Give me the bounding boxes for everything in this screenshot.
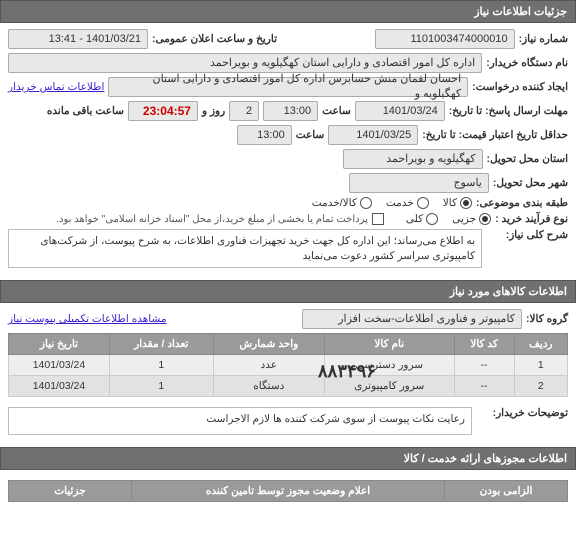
radio-label-partial: جزیی	[452, 213, 476, 225]
th-qty: تعداد / مقدار	[109, 334, 213, 355]
label-general-desc: شرح کلی نیاز:	[488, 229, 568, 241]
label-day: روز و	[202, 105, 225, 117]
radio-label-goods: کالا	[443, 197, 457, 209]
cell-code: --	[454, 376, 514, 397]
radio-group-classify: کالا خدمت کالا/خدمت	[312, 197, 472, 209]
label-hour-1: ساعت	[322, 105, 351, 117]
cell-row: 2	[514, 376, 567, 397]
section-header-items: اطلاعات کالاهای مورد نیاز	[0, 280, 576, 303]
cell-row: 1	[514, 355, 567, 376]
radio-partial[interactable]: جزیی	[452, 213, 491, 225]
field-deadline-date: 1401/03/24	[355, 101, 445, 121]
radio-icon	[426, 213, 438, 225]
table-row: 2 -- سرور کامپیوتری دستگاه 1 1401/03/24	[9, 376, 568, 397]
cell-qty: 1	[109, 376, 213, 397]
field-group: کامپیوتر و فناوری اطلاعات-سخت افزار	[302, 309, 522, 329]
label-remain: ساعت باقی مانده	[47, 105, 124, 117]
field-req-num: 1101003474000010	[375, 29, 515, 49]
field-buyer-notes: رعایت نکات پیوست از سوی شرکت کننده ها لا…	[8, 407, 472, 435]
th-details: جزئیات	[9, 481, 132, 502]
field-remain: 23:04:57	[128, 101, 198, 121]
cell-unit: دستگاه	[213, 376, 324, 397]
th-date: تاریخ نیاز	[9, 334, 110, 355]
field-announce: 1401/03/21 - 13:41	[8, 29, 148, 49]
field-buyer-org: اداره کل امور اقتصادی و دارایی استان کهگ…	[8, 53, 482, 73]
field-valid-date: 1401/03/25	[328, 125, 418, 145]
link-attachment[interactable]: مشاهده اطلاعات تکمیلی پیوست نیاز	[8, 313, 166, 325]
th-announce: اعلام وضعیت مجوز توسط تامین کننده	[131, 481, 444, 502]
label-announce: تاریخ و ساعت اعلان عمومی:	[152, 33, 277, 45]
label-deadline: مهلت ارسال پاسخ: تا تاریخ:	[449, 105, 568, 117]
link-contact-buyer[interactable]: اطلاعات تماس خریدار	[8, 81, 104, 93]
cell-date: 1401/03/24	[9, 376, 110, 397]
label-payment-note: پرداخت تمام یا بخشی از مبلغ خرید،از محل …	[56, 214, 368, 225]
field-creator: احسان لقمان منش حسابرس اداره کل امور اقت…	[108, 77, 468, 97]
label-valid-until: حداقل تاریخ اعتبار قیمت: تا تاریخ:	[422, 129, 568, 141]
form-items: گروه کالا: کامپیوتر و فناوری اطلاعات-سخت…	[0, 303, 576, 447]
label-buyer-notes: توضیحات خریدار:	[478, 407, 568, 419]
th-name: نام کالا	[324, 334, 454, 355]
th-mandatory: الزامی بودن	[445, 481, 568, 502]
radio-label-goods-service: کالا/خدمت	[312, 197, 357, 209]
radio-goods-service[interactable]: کالا/خدمت	[312, 197, 372, 209]
radio-icon	[460, 197, 472, 209]
field-province: کهگیلویه و بویراحمد	[343, 149, 483, 169]
radio-full[interactable]: کلی	[406, 213, 438, 225]
radio-icon	[360, 197, 372, 209]
radio-group-purchase: جزیی کلی	[406, 213, 491, 225]
cell-date: 1401/03/24	[9, 355, 110, 376]
form-details: شماره نیاز: 1101003474000010 تاریخ و ساع…	[0, 23, 576, 280]
label-city: شهر محل تحویل:	[493, 177, 568, 189]
label-province: استان محل تحویل:	[487, 153, 568, 165]
label-buyer-org: نام دستگاه خریدار:	[486, 57, 568, 69]
field-valid-hour: 13:00	[237, 125, 292, 145]
form-licenses: الزامی بودن اعلام وضعیت مجوز توسط تامین …	[0, 470, 576, 504]
radio-service[interactable]: خدمت	[386, 197, 429, 209]
field-day-val: 2	[229, 101, 259, 121]
th-unit: واحد شمارش	[213, 334, 324, 355]
radio-icon	[417, 197, 429, 209]
cell-code: --	[454, 355, 514, 376]
watermark-number: ۸۸۳۴۹۶	[318, 361, 376, 382]
table-row: 1 -- سرور دسترسی عدد 1 1401/03/24	[9, 355, 568, 376]
radio-label-full: کلی	[406, 213, 423, 225]
th-row: ردیف	[514, 334, 567, 355]
section-header-details: جزئیات اطلاعات نیاز	[0, 0, 576, 23]
items-table: ردیف کد کالا نام کالا واحد شمارش تعداد /…	[8, 333, 568, 397]
label-creator: ایجاد کننده درخواست:	[472, 81, 568, 93]
license-table: الزامی بودن اعلام وضعیت مجوز توسط تامین …	[8, 480, 568, 502]
cell-unit: عدد	[213, 355, 324, 376]
th-code: کد کالا	[454, 334, 514, 355]
radio-icon	[479, 213, 491, 225]
radio-goods[interactable]: کالا	[443, 197, 472, 209]
label-purchase-type: نوع فرآیند خرید :	[495, 213, 568, 225]
label-req-num: شماره نیاز:	[519, 33, 568, 45]
section-header-licenses: اطلاعات مجوزهای ارائه خدمت / کالا	[0, 447, 576, 470]
field-general-desc: به اطلاع می‌رساند؛ این اداره کل جهت خرید…	[8, 229, 482, 268]
cell-qty: 1	[109, 355, 213, 376]
label-classify: طبقه بندی موضوعی:	[476, 197, 568, 209]
radio-label-service: خدمت	[386, 197, 414, 209]
field-city: یاسوج	[349, 173, 489, 193]
field-deadline-hour: 13:00	[263, 101, 318, 121]
checkbox-payment[interactable]	[372, 213, 384, 225]
label-group: گروه کالا:	[526, 313, 568, 325]
label-hour-2: ساعت	[296, 129, 325, 141]
